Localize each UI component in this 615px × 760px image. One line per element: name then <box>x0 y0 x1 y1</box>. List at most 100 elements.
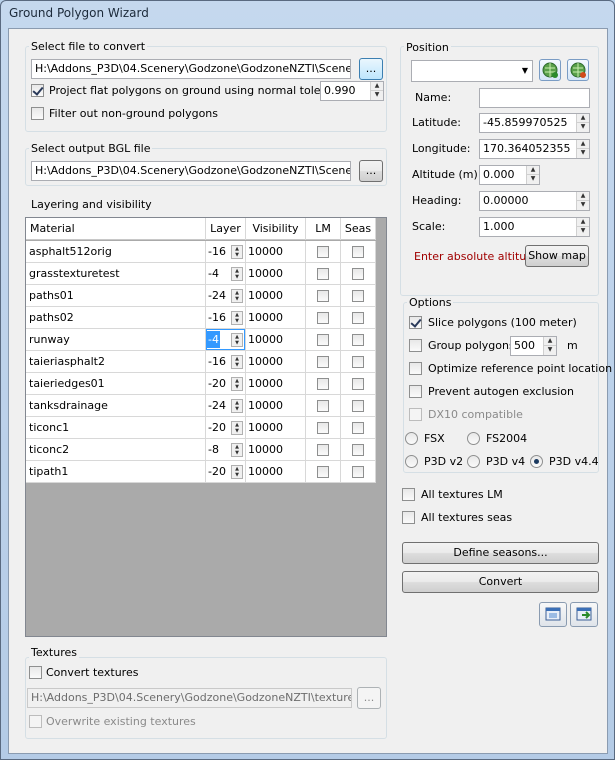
group-polygons-input[interactable]: 500 ▲ ▼ <box>510 336 557 356</box>
seas-checkbox[interactable] <box>352 246 364 258</box>
all-textures-lm-checkbox[interactable] <box>402 488 415 501</box>
layer-spinner[interactable]: ▲ ▼ <box>231 289 243 303</box>
table-row[interactable]: tanksdrainage -24 ▲ ▼ 10000 <box>26 395 376 417</box>
lm-checkbox[interactable] <box>317 400 329 412</box>
material-cell[interactable]: taieriedges01 <box>26 373 206 394</box>
layer-spinner[interactable]: ▲ ▼ <box>231 421 243 435</box>
material-cell[interactable]: tanksdrainage <box>26 395 206 416</box>
layer-cell[interactable]: -20 ▲ ▼ <box>206 461 246 482</box>
material-cell[interactable]: ticonc1 <box>26 417 206 438</box>
radio-p3d-v44[interactable] <box>530 455 543 468</box>
seas-checkbox[interactable] <box>352 444 364 456</box>
all-textures-seas-checkbox[interactable] <box>402 511 415 524</box>
material-cell[interactable]: runway <box>26 329 206 350</box>
tolerance-spinner[interactable]: ▲ ▼ <box>370 82 383 100</box>
header-seas[interactable]: Seas <box>341 218 376 240</box>
spin-down-icon[interactable]: ▼ <box>527 175 539 184</box>
seas-checkbox[interactable] <box>352 400 364 412</box>
save-settings-button[interactable] <box>570 602 598 627</box>
group-polygons-spinner[interactable]: ▲ ▼ <box>543 337 556 355</box>
visibility-cell[interactable]: 10000 <box>246 439 306 460</box>
visibility-cell[interactable]: 10000 <box>246 351 306 372</box>
layer-spinner[interactable]: ▲ ▼ <box>231 465 243 479</box>
output-file-browse-button[interactable]: ... <box>359 160 383 182</box>
table-row[interactable]: paths01 -24 ▲ ▼ 10000 <box>26 285 376 307</box>
position-dropdown[interactable]: ▼ <box>411 60 533 82</box>
layer-cell[interactable]: -4 ▲ ▼ <box>206 329 246 350</box>
scale-spinner[interactable]: ▲ ▼ <box>576 218 589 236</box>
spin-up-icon[interactable]: ▲ <box>527 166 539 175</box>
visibility-cell[interactable]: 10000 <box>246 461 306 482</box>
spin-down-icon[interactable]: ▼ <box>371 91 383 100</box>
material-cell[interactable]: grasstexturetest <box>26 263 206 284</box>
lm-checkbox[interactable] <box>317 378 329 390</box>
seas-checkbox[interactable] <box>352 422 364 434</box>
table-row[interactable]: runway -4 ▲ ▼ 10000 <box>26 329 376 351</box>
visibility-cell[interactable]: 10000 <box>246 417 306 438</box>
convert-file-path-field[interactable]: H:\Addons_P3D\04.Scenery\Godzone\Godzone… <box>31 59 351 79</box>
radio-fsx[interactable] <box>405 432 418 445</box>
visibility-cell[interactable]: 10000 <box>246 395 306 416</box>
table-row[interactable]: tipath1 -20 ▲ ▼ 10000 <box>26 461 376 483</box>
layer-cell[interactable]: -16 ▲ ▼ <box>206 307 246 328</box>
table-row[interactable]: ticonc2 -8 ▲ ▼ 10000 <box>26 439 376 461</box>
heading-input[interactable]: 0.00000 ▲ ▼ <box>479 191 590 211</box>
prevent-autogen-checkbox[interactable] <box>409 385 422 398</box>
layering-grid[interactable]: Material Layer Visibility LM Seas asphal… <box>25 217 387 637</box>
header-lm[interactable]: LM <box>306 218 341 240</box>
convert-file-browse-button[interactable]: ... <box>359 58 383 80</box>
tolerance-input[interactable]: 0.990 ▲ ▼ <box>320 81 384 101</box>
spin-up-icon[interactable]: ▲ <box>544 337 556 346</box>
table-row[interactable]: taieriedges01 -20 ▲ ▼ 10000 <box>26 373 376 395</box>
material-cell[interactable]: tipath1 <box>26 461 206 482</box>
spin-up-icon[interactable]: ▲ <box>577 114 589 123</box>
seas-checkbox[interactable] <box>352 290 364 302</box>
layer-spinner[interactable]: ▲ ▼ <box>231 377 243 391</box>
spin-down-icon[interactable]: ▼ <box>577 227 589 236</box>
layer-spinner[interactable]: ▲ ▼ <box>231 355 243 369</box>
dx10-checkbox[interactable] <box>409 408 422 421</box>
lm-checkbox[interactable] <box>317 312 329 324</box>
table-row[interactable]: ticonc1 -20 ▲ ▼ 10000 <box>26 417 376 439</box>
remove-position-button[interactable] <box>567 59 589 81</box>
define-seasons-button[interactable]: Define seasons... <box>402 542 599 564</box>
spin-up-icon[interactable]: ▲ <box>577 192 589 201</box>
lm-checkbox[interactable] <box>317 444 329 456</box>
layer-cell[interactable]: -24 ▲ ▼ <box>206 285 246 306</box>
header-material[interactable]: Material <box>26 218 206 240</box>
table-row[interactable]: taieriasphalt2 -16 ▲ ▼ 10000 <box>26 351 376 373</box>
project-flat-checkbox[interactable] <box>31 84 44 97</box>
material-cell[interactable]: asphalt512orig <box>26 241 206 262</box>
latitude-input[interactable]: -45.859970525 ▲ ▼ <box>479 113 590 133</box>
layer-cell[interactable]: -16 ▲ ▼ <box>206 241 246 262</box>
layer-cell[interactable]: -24 ▲ ▼ <box>206 395 246 416</box>
layer-spinner[interactable]: ▲ ▼ <box>231 245 243 259</box>
table-row[interactable]: asphalt512orig -16 ▲ ▼ 10000 <box>26 241 376 263</box>
longitude-spinner[interactable]: ▲ ▼ <box>576 140 589 158</box>
spin-up-icon[interactable]: ▲ <box>577 140 589 149</box>
lm-checkbox[interactable] <box>317 246 329 258</box>
optimize-ref-point-checkbox[interactable] <box>409 362 422 375</box>
layer-cell[interactable]: -4 ▲ ▼ <box>206 263 246 284</box>
seas-checkbox[interactable] <box>352 466 364 478</box>
seas-checkbox[interactable] <box>352 334 364 346</box>
visibility-cell[interactable]: 10000 <box>246 373 306 394</box>
visibility-cell[interactable]: 10000 <box>246 285 306 306</box>
altitude-spinner[interactable]: ▲ ▼ <box>526 166 539 184</box>
altitude-input[interactable]: 0.000 ▲ ▼ <box>479 165 540 185</box>
table-row[interactable]: grasstexturetest -4 ▲ ▼ 10000 <box>26 263 376 285</box>
spin-up-icon[interactable]: ▲ <box>371 82 383 91</box>
lm-checkbox[interactable] <box>317 466 329 478</box>
visibility-cell[interactable]: 10000 <box>246 307 306 328</box>
layer-spinner[interactable]: ▲ ▼ <box>231 333 243 347</box>
spin-down-icon[interactable]: ▼ <box>577 201 589 210</box>
group-polygons-checkbox[interactable] <box>409 339 422 352</box>
name-input[interactable] <box>479 88 590 108</box>
overwrite-textures-checkbox[interactable] <box>29 715 42 728</box>
latitude-spinner[interactable]: ▲ ▼ <box>576 114 589 132</box>
longitude-input[interactable]: 170.364052355 ▲ ▼ <box>479 139 590 159</box>
spin-up-icon[interactable]: ▲ <box>577 218 589 227</box>
scale-input[interactable]: 1.000 ▲ ▼ <box>479 217 590 237</box>
lm-checkbox[interactable] <box>317 268 329 280</box>
visibility-cell[interactable]: 10000 <box>246 263 306 284</box>
